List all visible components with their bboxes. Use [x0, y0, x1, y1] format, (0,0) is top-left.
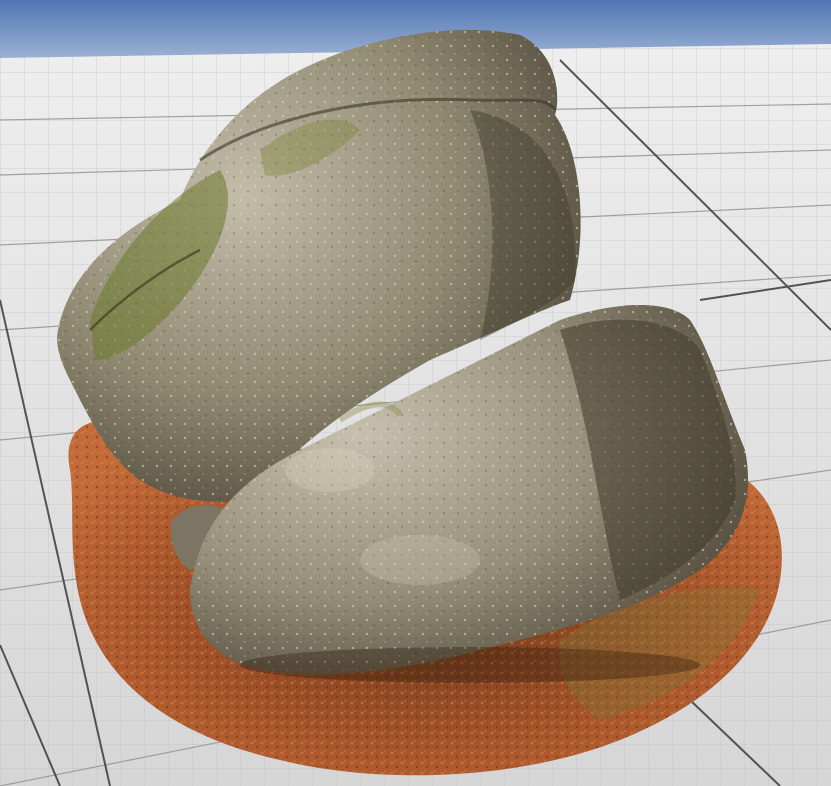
scene-canvas	[0, 0, 831, 786]
3d-viewport[interactable]	[0, 0, 831, 786]
rock-shadow	[240, 647, 700, 683]
